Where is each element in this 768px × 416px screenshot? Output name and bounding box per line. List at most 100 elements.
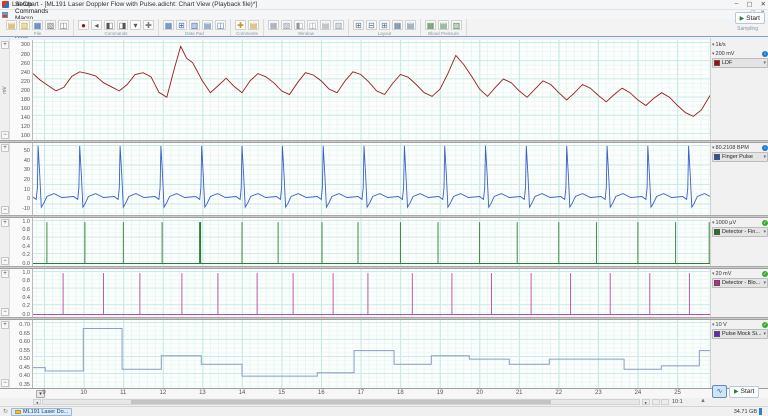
sample-rate-select[interactable]: ▾1k/s bbox=[711, 40, 768, 49]
channel-selector[interactable]: Finger Pulse▾ bbox=[712, 152, 768, 162]
maximize-icon[interactable]: ▢ bbox=[746, 0, 752, 8]
datapad-autosize-icon[interactable]: ▤ bbox=[202, 20, 213, 30]
new-file-icon[interactable]: ▤ bbox=[6, 20, 17, 30]
goto-start-icon[interactable]: ◂ bbox=[91, 20, 102, 30]
zoom-view-icon[interactable]: ◧ bbox=[294, 20, 305, 30]
plot-channel-5[interactable] bbox=[33, 320, 710, 388]
scale-minus-button[interactable]: − bbox=[1, 131, 9, 139]
datapad-columns-icon[interactable]: ▥ bbox=[189, 20, 200, 30]
channel-splitter[interactable] bbox=[0, 215, 768, 218]
layout-add-icon[interactable]: ⊞ bbox=[379, 20, 390, 30]
scale-plus-button[interactable]: + bbox=[1, 321, 9, 329]
channel-selector[interactable]: LDF▾ bbox=[712, 58, 768, 68]
y-tick-label: 30 bbox=[24, 167, 30, 173]
channel-splitter[interactable] bbox=[0, 266, 768, 269]
range-select[interactable]: ▾20 mV✓ bbox=[711, 269, 768, 278]
y-axis-channel-3[interactable]: 1.00.80.60.40.20.0 bbox=[10, 218, 33, 266]
file-tab-label: ML191 Laser Do... bbox=[23, 409, 68, 415]
layout-columns-icon[interactable]: ⊟ bbox=[366, 20, 377, 30]
y-axis-channel-1[interactable]: 300280260240220200180160140120100 bbox=[10, 40, 33, 140]
range-select[interactable]: ▾1000 µV✓ bbox=[711, 218, 768, 227]
refresh-icon[interactable]: ↻ bbox=[3, 408, 8, 415]
range-select[interactable]: ▾200 mVi bbox=[711, 49, 768, 58]
datapad-add-row-icon[interactable]: ⊞ bbox=[176, 20, 187, 30]
scale-minus-button[interactable]: − bbox=[1, 308, 9, 316]
menu-setup[interactable]: Setup bbox=[11, 1, 63, 8]
x-tick-label: 25 bbox=[674, 390, 681, 396]
range-select[interactable]: ▾10 V✓ bbox=[711, 320, 768, 329]
scale-plus-button[interactable]: + bbox=[1, 41, 9, 49]
tile-windows-icon[interactable]: ▦ bbox=[268, 20, 279, 30]
y-axis-channel-2[interactable]: 50403020100-10 bbox=[10, 143, 33, 215]
scale-minus-button[interactable]: − bbox=[1, 206, 9, 214]
channel-splitter[interactable] bbox=[0, 140, 768, 143]
menu-commands[interactable]: Commands bbox=[11, 8, 63, 15]
layout-save-icon[interactable]: ▦ bbox=[392, 20, 403, 30]
y-tick-label: 220 bbox=[21, 79, 30, 85]
channel-selector[interactable]: Pulse Mock Si...▾ bbox=[712, 329, 768, 339]
split-view-icon[interactable]: ◫ bbox=[307, 20, 318, 30]
open-file-icon[interactable]: ▥ bbox=[19, 20, 30, 30]
add-marker-icon[interactable]: ▾ bbox=[130, 20, 141, 30]
close-icon[interactable]: ✕ bbox=[761, 0, 766, 8]
channel-selector[interactable]: Detector - Blo...▾ bbox=[712, 278, 768, 288]
play-icon: ▶ bbox=[734, 388, 739, 395]
datapad-view-icon[interactable]: ▦ bbox=[163, 20, 174, 30]
x-tick-label: 11 bbox=[120, 390, 126, 396]
toolbar-group-label: File bbox=[34, 31, 41, 36]
minimize-icon[interactable]: – bbox=[735, 0, 739, 8]
layout-grid-icon[interactable]: ⊞ bbox=[353, 20, 364, 30]
goto-end-button[interactable] bbox=[661, 399, 669, 405]
print-icon[interactable]: ▧ bbox=[45, 20, 56, 30]
scale-plus-button[interactable]: + bbox=[1, 270, 9, 278]
datapad-export-icon[interactable]: ◫ bbox=[215, 20, 226, 30]
goto-start-button[interactable] bbox=[652, 399, 660, 405]
scrollbar-thumb[interactable] bbox=[131, 400, 551, 404]
start-button-bottom[interactable]: ▶ Start bbox=[729, 386, 759, 398]
bp-report-icon[interactable]: ▥ bbox=[451, 20, 462, 30]
plot-channel-2[interactable] bbox=[33, 143, 710, 215]
view-width-icon[interactable]: ▲ bbox=[700, 398, 706, 404]
compression-ratio[interactable]: 10:1 bbox=[672, 399, 683, 405]
select-icon[interactable]: ◧ bbox=[104, 20, 115, 30]
channel-panel: ▾1k/s▾200 mViLDF▾ ▾80.2108 BPMiFinger Pul… bbox=[710, 38, 768, 388]
scope-view-icon[interactable]: ▥ bbox=[333, 20, 344, 30]
sampling-group-label: Sampling bbox=[737, 26, 758, 32]
y-axis-channel-5[interactable]: 0.700.650.600.550.500.450.400.35 bbox=[10, 320, 33, 388]
scrollbar-track[interactable] bbox=[42, 399, 640, 405]
channel-status-icon: ✓ bbox=[762, 271, 768, 277]
scale-plus-button[interactable]: + bbox=[1, 144, 9, 152]
add-comment-icon[interactable]: ✚ bbox=[235, 20, 246, 30]
save-icon[interactable]: ▦ bbox=[32, 20, 43, 30]
file-tab[interactable]: ML191 Laser Do... bbox=[11, 408, 72, 416]
plot-channel-1[interactable] bbox=[33, 40, 710, 140]
start-button[interactable]: ▶ Start bbox=[735, 12, 765, 24]
scroll-right-icon[interactable]: ▸ bbox=[642, 399, 650, 405]
plot-channel-4[interactable] bbox=[33, 269, 710, 317]
bp-settings-icon[interactable]: ▦ bbox=[425, 20, 436, 30]
scale-minus-button[interactable]: − bbox=[1, 257, 9, 265]
y-tick-label: -10 bbox=[22, 206, 30, 212]
find-icon[interactable]: ● bbox=[78, 20, 89, 30]
stimulator-icon[interactable]: ✚ bbox=[143, 20, 154, 30]
channel-color-swatch bbox=[714, 154, 720, 160]
plot-channel-3[interactable] bbox=[33, 218, 710, 266]
scale-minus-button[interactable]: − bbox=[1, 379, 9, 387]
y-tick-label: 0.4 bbox=[22, 295, 30, 301]
comments-list-icon[interactable]: ▤ bbox=[248, 20, 259, 30]
scroll-left-icon[interactable]: ◂ bbox=[33, 399, 41, 405]
y-axis-channel-4[interactable]: 1.00.80.60.40.20.0 bbox=[10, 269, 33, 317]
range-select[interactable]: ▾80.2108 BPMi bbox=[711, 143, 768, 152]
scale-plus-button[interactable]: + bbox=[1, 219, 9, 227]
waveform-mode-icon[interactable]: ∿ bbox=[712, 385, 727, 398]
channel-splitter[interactable] bbox=[0, 317, 768, 320]
zoom-icon[interactable]: ◨ bbox=[117, 20, 128, 30]
channel-selector[interactable]: Detector - Fin...▾ bbox=[712, 227, 768, 237]
y-tick-label: 160 bbox=[21, 106, 30, 112]
page-setup-icon[interactable]: ◫ bbox=[58, 20, 69, 30]
bp-analysis-icon[interactable]: ▤ bbox=[438, 20, 449, 30]
cascade-windows-icon[interactable]: ▧ bbox=[281, 20, 292, 30]
layout-manage-icon[interactable]: ▤ bbox=[405, 20, 416, 30]
play-icon: ▶ bbox=[740, 15, 745, 22]
chart-view-icon[interactable]: ▤ bbox=[320, 20, 331, 30]
